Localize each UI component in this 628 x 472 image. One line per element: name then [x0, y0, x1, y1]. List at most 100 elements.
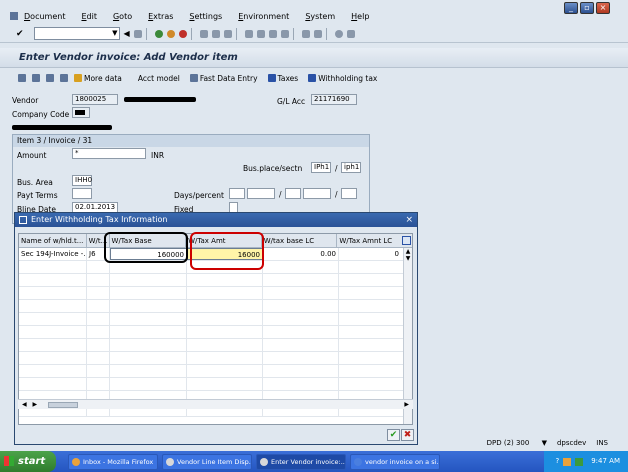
save-icon[interactable] — [133, 29, 142, 38]
menu-extras[interactable]: Extras — [148, 12, 173, 21]
scroll-right-icon[interactable]: ▶ — [33, 401, 38, 408]
bus-place-field[interactable]: IPh1 — [311, 162, 331, 173]
menu-bar: Document Edit Goto Extras Settings Envir… — [0, 8, 628, 24]
annotation-tax-base-circle — [104, 232, 188, 263]
fast-data-entry-button[interactable]: Fast Data Entry — [189, 74, 258, 83]
toolbar-divider — [190, 27, 192, 40]
menu-settings[interactable]: Settings — [189, 12, 222, 21]
more-data-button[interactable]: More data — [74, 74, 122, 83]
windows-taskbar: start Inbox - Mozilla Firefox Vendor Lin… — [0, 451, 628, 472]
payt-terms-field[interactable] — [72, 188, 92, 199]
payt-terms-label: Payt Terms — [17, 191, 58, 200]
currency-label: INR — [151, 151, 165, 160]
redacted-company-name — [12, 125, 112, 130]
table-row — [19, 339, 412, 352]
sap-icon — [260, 457, 268, 466]
table-row — [19, 352, 412, 365]
gl-acc-field[interactable]: 21171690 — [311, 94, 357, 105]
scroll-end-icon[interactable]: ▶ — [404, 400, 409, 410]
start-button[interactable]: start — [0, 451, 56, 472]
cell-base-lc[interactable]: 0.00 — [263, 248, 339, 260]
toolbar-divider — [235, 27, 237, 40]
fast-entry-icon — [189, 74, 198, 82]
overview-icon — [18, 74, 26, 82]
table-row — [19, 326, 412, 339]
copy-button[interactable] — [60, 74, 70, 82]
enter-icon[interactable]: ✔ — [16, 29, 24, 39]
cell-name[interactable]: Sec 194J-Invoice -... — [19, 248, 87, 260]
acct-model-button[interactable]: Acct model — [138, 74, 180, 83]
copy-icon — [60, 74, 68, 82]
menu-system[interactable]: System — [305, 12, 335, 21]
help-tray-icon[interactable]: ? — [556, 451, 560, 472]
days3-field[interactable] — [341, 188, 357, 199]
table-row — [19, 274, 412, 287]
screen-title: Enter Vendor invoice: Add Vendor item — [0, 48, 628, 68]
scroll-up-icon[interactable]: ▲ — [404, 248, 412, 255]
days1-field[interactable] — [229, 188, 245, 199]
shortcut-icon[interactable] — [313, 29, 322, 38]
display-button[interactable] — [46, 74, 56, 82]
sap-icon — [166, 457, 174, 466]
page-title: Enter Vendor invoice: Add Vendor item — [19, 52, 238, 63]
column-header-amt-lc[interactable]: W/Tax Amnt LC — [337, 234, 401, 247]
system-info[interactable]: DPD (2) 300 ▼ — [477, 439, 547, 447]
info-icon — [267, 74, 276, 82]
task-vendor-line-item[interactable]: Vendor Line Item Disp... — [162, 453, 252, 470]
tray-icon[interactable] — [575, 457, 584, 466]
dialog-window-icon — [19, 216, 27, 224]
percent2-field[interactable] — [303, 188, 331, 199]
company-code-label: Company Code — [12, 110, 70, 119]
find-icon[interactable] — [211, 29, 220, 38]
dialog-close-icon[interactable]: × — [405, 213, 413, 227]
column-header-name[interactable]: Name of w/hld.t... — [19, 234, 87, 247]
menu-edit[interactable]: Edit — [81, 12, 97, 21]
back-icon[interactable] — [154, 29, 163, 38]
amount-field[interactable]: * — [72, 148, 146, 159]
company-code-field[interactable] — [72, 107, 90, 118]
scroll-thumb[interactable] — [48, 402, 78, 408]
horizontal-scrollbar[interactable]: ◀ ▶ ▶ — [18, 399, 413, 409]
scroll-down-icon[interactable]: ▼ — [404, 255, 412, 262]
tray-icon[interactable] — [563, 457, 572, 466]
chevron-down-icon: ▼ — [541, 439, 547, 447]
first-page-icon[interactable] — [244, 29, 253, 38]
server-name: dpscdev — [556, 439, 587, 447]
back-arrow-icon[interactable]: ◀ — [124, 29, 130, 38]
find-next-icon[interactable] — [223, 29, 232, 38]
menu-environment[interactable]: Environment — [238, 12, 289, 21]
chevron-down-icon[interactable]: ▼ — [112, 29, 117, 37]
table-row — [19, 378, 412, 391]
last-page-icon[interactable] — [280, 29, 289, 38]
menu-document[interactable]: Document — [24, 12, 65, 21]
task-enter-vendor-invoice[interactable]: Enter Vendor invoice:... — [256, 453, 346, 470]
new-session-icon[interactable] — [301, 29, 310, 38]
column-settings-icon[interactable] — [401, 234, 412, 247]
bus-area-field[interactable]: IHH0 — [72, 175, 92, 186]
task-word-document[interactable]: vendor invoice on a si... — [350, 453, 440, 470]
cell-amt-lc[interactable]: 0 — [339, 248, 401, 260]
section-field[interactable]: iph1 — [341, 162, 361, 173]
menu-help[interactable]: Help — [351, 12, 369, 21]
vertical-scrollbar[interactable]: ▲ ▼ — [403, 248, 412, 424]
days2-field[interactable] — [285, 188, 301, 199]
exit-icon[interactable] — [166, 29, 175, 38]
withholding-tax-button[interactable]: Withholding tax — [308, 74, 377, 83]
document-header-button[interactable] — [32, 74, 42, 82]
sap-menu-icon[interactable] — [10, 12, 18, 20]
menu-goto[interactable]: Goto — [113, 12, 132, 21]
print-icon[interactable] — [199, 29, 208, 38]
overview-button[interactable] — [18, 74, 28, 82]
column-header-base-lc[interactable]: W/tax base LC — [262, 234, 338, 247]
task-firefox[interactable]: Inbox - Mozilla Firefox — [68, 453, 158, 470]
next-page-icon[interactable] — [268, 29, 277, 38]
previous-page-icon[interactable] — [256, 29, 265, 38]
layout-menu-icon[interactable] — [346, 29, 355, 38]
help-icon[interactable] — [334, 29, 343, 38]
scroll-left-icon[interactable]: ◀ — [22, 401, 27, 408]
percent1-field[interactable] — [247, 188, 275, 199]
command-field[interactable]: ▼ — [33, 27, 120, 40]
cancel-icon[interactable] — [178, 29, 187, 38]
vendor-field[interactable]: 1800025 — [72, 94, 118, 105]
taxes-button[interactable]: Taxes — [267, 74, 298, 83]
